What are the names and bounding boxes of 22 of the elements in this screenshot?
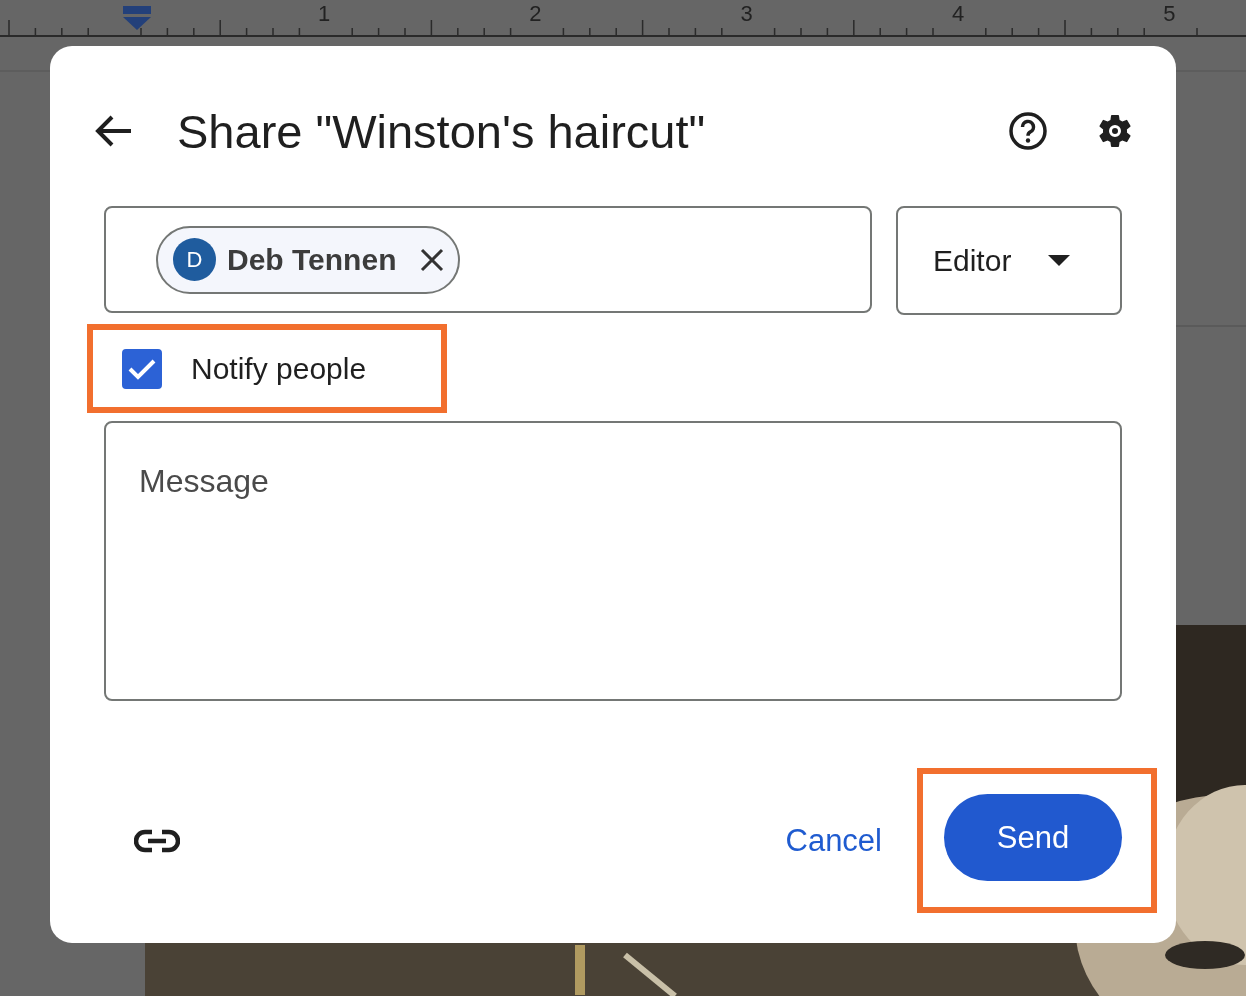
cancel-button[interactable]: Cancel xyxy=(785,822,882,859)
ruler-number: 3 xyxy=(740,1,753,27)
ruler-number: 1 xyxy=(318,1,331,27)
caret-icon xyxy=(1048,255,1070,266)
indent-marker-icon[interactable] xyxy=(123,6,151,32)
help-icon[interactable] xyxy=(1008,111,1048,151)
role-dropdown[interactable]: Editor xyxy=(896,206,1122,315)
avatar: D xyxy=(173,238,216,281)
recipients-field[interactable]: D Deb Tennen xyxy=(104,206,872,313)
ruler-number: 5 xyxy=(1163,1,1176,27)
recipient-chip[interactable]: D Deb Tennen xyxy=(156,225,461,294)
checkbox[interactable] xyxy=(122,348,162,389)
checkbox-label[interactable]: Notify people xyxy=(191,351,367,386)
message-field[interactable]: Message xyxy=(104,421,1122,701)
recipient-name: Deb Tennen xyxy=(227,242,397,277)
ruler-number: 2 xyxy=(529,1,542,27)
back-arrow-icon[interactable] xyxy=(95,114,133,148)
close-icon[interactable] xyxy=(420,247,445,272)
dialog-title: Share "Winston's haircut" xyxy=(177,103,707,159)
ruler-number: 4 xyxy=(951,1,965,27)
link-icon[interactable] xyxy=(134,828,180,853)
send-button[interactable]: Send xyxy=(944,794,1122,881)
